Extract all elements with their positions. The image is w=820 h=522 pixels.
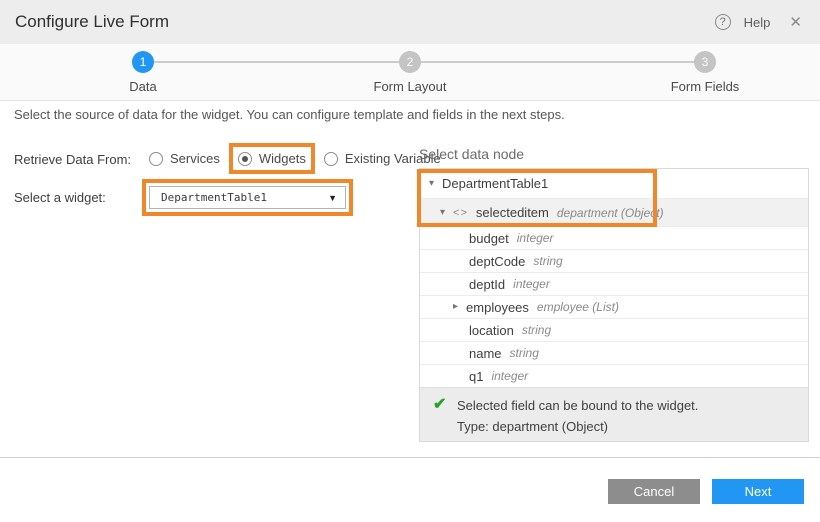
radio-widgets[interactable]: Widgets (229, 143, 315, 174)
tree-node-name[interactable]: name string (420, 341, 808, 364)
step-data[interactable]: 1 Data (93, 51, 193, 94)
tree-node-label: budget (469, 231, 509, 246)
next-button[interactable]: Next (712, 479, 804, 504)
select-widget-label: Select a widget: (14, 190, 106, 205)
tree-node-type: department (Object) (557, 206, 664, 220)
cancel-button[interactable]: Cancel (608, 479, 700, 504)
tree-node-location[interactable]: location string (420, 318, 808, 341)
select-data-node-title: Select data node (419, 146, 524, 162)
dialog-header: Configure Live Form ? Help ✕ (0, 0, 820, 44)
footer-divider (0, 457, 820, 458)
header-actions: ? Help ✕ (715, 13, 802, 31)
step-1-label: Data (93, 79, 193, 94)
tree-root-label: DepartmentTable1 (442, 176, 548, 191)
tree-node-type: string (522, 323, 551, 337)
expanded-arrow-icon[interactable]: ▾ (429, 179, 434, 189)
instruction-text: Select the source of data for the widget… (14, 107, 565, 122)
dialog-title: Configure Live Form (15, 12, 169, 32)
tree-node-label: deptId (469, 277, 505, 292)
binding-status-message: ✔ Selected field can be bound to the wid… (420, 387, 808, 441)
tree-node-type: string (533, 254, 562, 268)
radio-widgets-label: Widgets (259, 151, 306, 166)
tree-node-deptcode[interactable]: deptCode string (420, 249, 808, 272)
step-2-label: Form Layout (360, 79, 460, 94)
expanded-arrow-icon[interactable]: ▾ (440, 208, 445, 218)
data-source-radio-group: Services Widgets Existing Variable (142, 143, 448, 174)
step-form-layout[interactable]: 2 Form Layout (360, 51, 460, 94)
help-link[interactable]: Help (744, 15, 771, 30)
step-3-circle: 3 (694, 51, 716, 73)
data-node-tree: ▾ DepartmentTable1 ▾ <> selecteditem dep… (419, 168, 809, 442)
tree-node-employees[interactable]: ▸ employees employee (List) (420, 295, 808, 318)
widget-dropdown-highlight: DepartmentTable1 ▼ (142, 179, 353, 216)
configure-live-form-dialog: Configure Live Form ? Help ✕ 1 Data 2 Fo… (0, 0, 820, 522)
tree-node-root[interactable]: ▾ DepartmentTable1 (420, 169, 808, 198)
tree-node-type: string (510, 346, 539, 360)
radio-services-label: Services (170, 151, 220, 166)
dropdown-caret-icon: ▼ (328, 193, 337, 203)
tree-node-label: q1 (469, 369, 483, 384)
collapsed-arrow-icon[interactable]: ▸ (453, 302, 458, 312)
tree-node-label: selecteditem (476, 205, 549, 220)
widget-dropdown[interactable]: DepartmentTable1 ▼ (149, 186, 346, 209)
tree-node-selecteditem[interactable]: ▾ <> selecteditem department (Object) (420, 198, 808, 226)
tree-node-budget[interactable]: budget integer (420, 226, 808, 249)
tree-node-label: name (469, 346, 502, 361)
help-icon[interactable]: ? (715, 14, 731, 30)
binding-status-line1: Selected field can be bound to the widge… (457, 395, 796, 416)
success-check-icon: ✔ (433, 394, 446, 414)
tree-node-type: employee (List) (537, 300, 619, 314)
tree-node-q1[interactable]: q1 integer (420, 364, 808, 387)
step-3-label: Form Fields (655, 79, 755, 94)
radio-services[interactable]: Services (142, 143, 227, 174)
tree-node-deptid[interactable]: deptId integer (420, 272, 808, 295)
tree-node-label: employees (466, 300, 529, 315)
close-icon[interactable]: ✕ (789, 13, 802, 31)
radio-existing-variable-icon (324, 152, 338, 166)
step-1-circle: 1 (132, 51, 154, 73)
tree-node-label: deptCode (469, 254, 525, 269)
retrieve-data-from-label: Retrieve Data From: (14, 152, 131, 167)
radio-widgets-icon (238, 152, 252, 166)
radio-services-icon (149, 152, 163, 166)
tree-node-label: location (469, 323, 514, 338)
widget-dropdown-value: DepartmentTable1 (150, 191, 267, 204)
tree-node-type: integer (513, 277, 550, 291)
code-icon: <> (453, 207, 468, 219)
tree-node-type: integer (517, 231, 554, 245)
tree-node-type: integer (491, 369, 528, 383)
wizard-stepper: 1 Data 2 Form Layout 3 Form Fields (0, 44, 820, 101)
step-2-circle: 2 (399, 51, 421, 73)
binding-status-line2: Type: department (Object) (457, 416, 796, 437)
step-form-fields[interactable]: 3 Form Fields (655, 51, 755, 94)
